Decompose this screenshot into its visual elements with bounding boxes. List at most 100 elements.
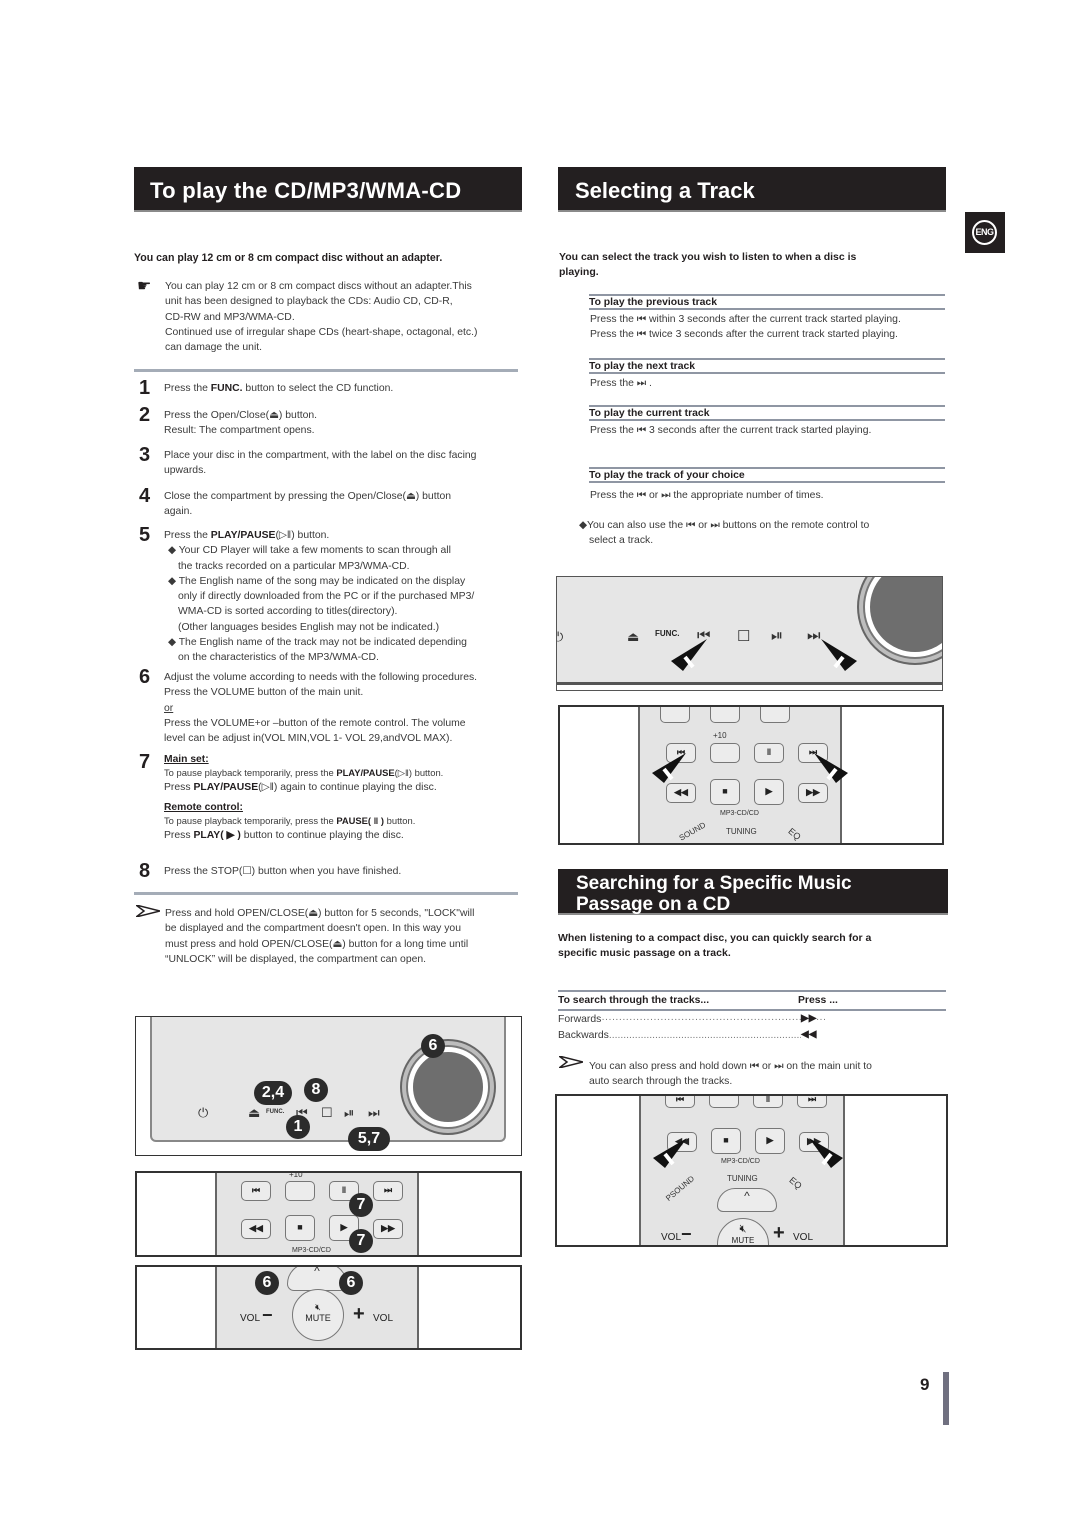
step-number: 7 xyxy=(139,751,151,773)
main-unit-illustration: ⏻ ⏏ FUNC. ⏮ ☐ ⏯ ⏭ 2,4 8 1 5,7 6 xyxy=(135,1016,522,1156)
plus10-label: +10 xyxy=(713,731,727,740)
pointing-hand-icon: ☛ xyxy=(137,278,152,295)
remote-play-button: ▶ xyxy=(754,779,784,805)
eject-icon: ⏏ xyxy=(627,629,640,644)
remote-pause-button: ‖ xyxy=(754,743,784,763)
press-col-header: Press ... xyxy=(798,995,838,1006)
step-number: 4 xyxy=(139,485,151,507)
play-pause-icon: ⏯ xyxy=(771,627,784,644)
vol-plus-label: VOL xyxy=(793,1232,814,1243)
plus10-label: +10 xyxy=(289,1171,303,1179)
remote-illustration-playback: +10 ⏮ ‖ ⏭ ◀◀ ■ ▶ ▶▶ MP3-CD/CD 7 7 xyxy=(135,1171,522,1257)
vol-minus-label: VOL xyxy=(240,1313,261,1324)
remote-previous-button: ⏮ xyxy=(241,1181,271,1201)
search-row: Backwards...............................… xyxy=(558,1030,814,1041)
vol-minus-icon: − xyxy=(262,1305,273,1325)
next-track-heading: To play the next track xyxy=(589,358,945,374)
step-1-text: Press the FUNC. button to select the CD … xyxy=(164,383,394,394)
page-number: 9 xyxy=(920,1375,930,1394)
remote-plus10-button xyxy=(285,1181,315,1201)
callout-6-minus: 6 xyxy=(255,1271,279,1295)
search-table-header: To search through the tracks... Press ..… xyxy=(558,990,946,1011)
pointer-arrow-icon xyxy=(671,639,707,671)
func-label: FUNC. xyxy=(266,1109,285,1115)
mp3-cd-label: MP3-CD/CD xyxy=(292,1247,331,1254)
note-block: You can play 12 cm or 8 cm compact discs… xyxy=(165,279,525,355)
power-icon: ⏻ xyxy=(557,629,563,645)
callout-7-pause: 7 xyxy=(349,1193,373,1217)
callout-7-play: 7 xyxy=(349,1229,373,1253)
step-3-text: Place your disc in the compartment, with… xyxy=(164,450,477,477)
callout-2-4: 2,4 xyxy=(254,1081,292,1105)
callout-8: 8 xyxy=(304,1078,328,1102)
play-pause-icon: ⏯ xyxy=(344,1105,355,1120)
mute-button: 🔇︎ MUTE xyxy=(717,1218,769,1245)
vol-plus-label: VOL xyxy=(373,1313,394,1324)
remote-plus10-button xyxy=(710,743,740,763)
main-set-label: Main set: xyxy=(164,754,209,765)
section-title-play-cd: To play the CD/MP3/WMA-CD xyxy=(134,167,522,212)
step-5-text: Press the PLAY/PAUSE(▷‖) button. ◆ Your … xyxy=(164,528,524,666)
callout-6: 6 xyxy=(421,1034,445,1058)
previous-track-heading: To play the previous track xyxy=(589,294,945,310)
remote-note: ◆You can also use the ⏮ or ⏭ buttons on … xyxy=(579,520,870,547)
bullet-item: ◆ The English name of the song may be in… xyxy=(168,575,475,633)
note-line: unit has been designed to playback the C… xyxy=(165,296,453,308)
step-7-text: Main set: To pause playback temporarily,… xyxy=(164,754,524,844)
language-badge: ENG xyxy=(965,212,1005,253)
arrow-tip-icon xyxy=(558,1055,584,1073)
stop-icon: ☐ xyxy=(737,628,751,645)
note-line: can damage the unit. xyxy=(165,342,263,354)
step-number: 8 xyxy=(139,860,151,882)
remote-illustration-volume: ^ VOL − 🔇︎ MUTE + VOL 6 6 xyxy=(135,1265,522,1350)
lock-tip: Press and hold OPEN/CLOSE(⏏) button for … xyxy=(165,908,475,965)
step-2-text: Press the Open/Close(⏏) button. Result: … xyxy=(164,410,318,437)
arrow-tip-icon xyxy=(135,904,161,922)
main-unit-track-illustration: ⏻ ⏏ FUNC. ⏮ ☐ ⏯ ⏭ xyxy=(556,576,943,691)
tuning-label: TUNING xyxy=(727,1174,758,1183)
note-line: Continued use of irregular shape CDs (he… xyxy=(165,326,478,338)
tuning-label: TUNING xyxy=(726,827,757,836)
previous-track-text: Press the ⏮ within 3 seconds after the c… xyxy=(590,314,901,341)
forward-icon: ▶▶ xyxy=(801,1013,817,1024)
eject-icon: ⏏ xyxy=(248,1105,261,1120)
pointer-arrow-icon xyxy=(821,639,857,671)
remote-control-label: Remote control: xyxy=(164,802,243,814)
volume-knob xyxy=(408,1047,488,1127)
callout-6-plus: 6 xyxy=(339,1271,363,1295)
step-6-text: Adjust the volume according to needs wit… xyxy=(164,672,478,745)
divider xyxy=(134,892,518,895)
divider xyxy=(134,369,518,372)
pointer-arrow-icon xyxy=(653,1138,687,1168)
remote-stop-button: ■ xyxy=(711,1128,741,1154)
mute-icon: 🔇︎ xyxy=(315,1302,321,1312)
backward-icon: ◀◀ xyxy=(801,1029,817,1040)
vol-plus-icon: + xyxy=(773,1222,785,1244)
vol-minus-label: VOL xyxy=(661,1232,682,1243)
section-title-searching: Searching for a Specific Music Passage o… xyxy=(558,869,948,915)
search-tip: You can also press and hold down ⏮ or ⏭ … xyxy=(589,1061,872,1088)
page-marker-bar xyxy=(943,1372,949,1425)
tuning-up-button: ^ xyxy=(287,1267,347,1291)
step-8-text: Press the STOP(☐) button when you have f… xyxy=(164,866,402,877)
tuning-up-button: ^ xyxy=(717,1188,777,1212)
note-line: CD-RW and MP3/WMA-CD. xyxy=(165,311,295,323)
search-intro: When listening to a compact disc, you ca… xyxy=(558,932,872,959)
remote-forward-button: ▶▶ xyxy=(373,1219,403,1239)
mp3-cd-label: MP3-CD/CD xyxy=(720,810,759,817)
pointer-arrow-icon xyxy=(809,1138,843,1168)
callout-1: 1 xyxy=(286,1115,310,1139)
choice-track-text: Press the ⏮ or ⏭ the appropriate number … xyxy=(590,490,824,501)
choice-track-heading: To play the track of your choice xyxy=(589,467,945,483)
bullet-item: ◆ The English name of the track may not … xyxy=(168,637,467,664)
note-line: You can play 12 cm or 8 cm compact discs… xyxy=(165,281,472,292)
pointer-arrow-icon xyxy=(652,753,686,783)
eng-label: ENG xyxy=(972,220,997,245)
remote-track-illustration: +10 ⏮ ‖ ⏭ ◀◀ ■ ▶ ▶▶ MP3-CD/CD SOUND TUNI… xyxy=(558,705,944,845)
next-icon: ⏭ xyxy=(368,1105,380,1120)
intro-text: You can play 12 cm or 8 cm compact disc … xyxy=(134,252,443,264)
selecting-intro: You can select the track you wish to lis… xyxy=(559,251,857,278)
remote-next-button: ⏭ xyxy=(373,1181,403,1201)
remote-search-illustration: ⏮ ‖ ⏭ ◀◀ ■ ▶ ▶▶ MP3-CD/CD PSOUND TUNING … xyxy=(555,1094,948,1247)
vol-plus-icon: + xyxy=(353,1303,365,1325)
